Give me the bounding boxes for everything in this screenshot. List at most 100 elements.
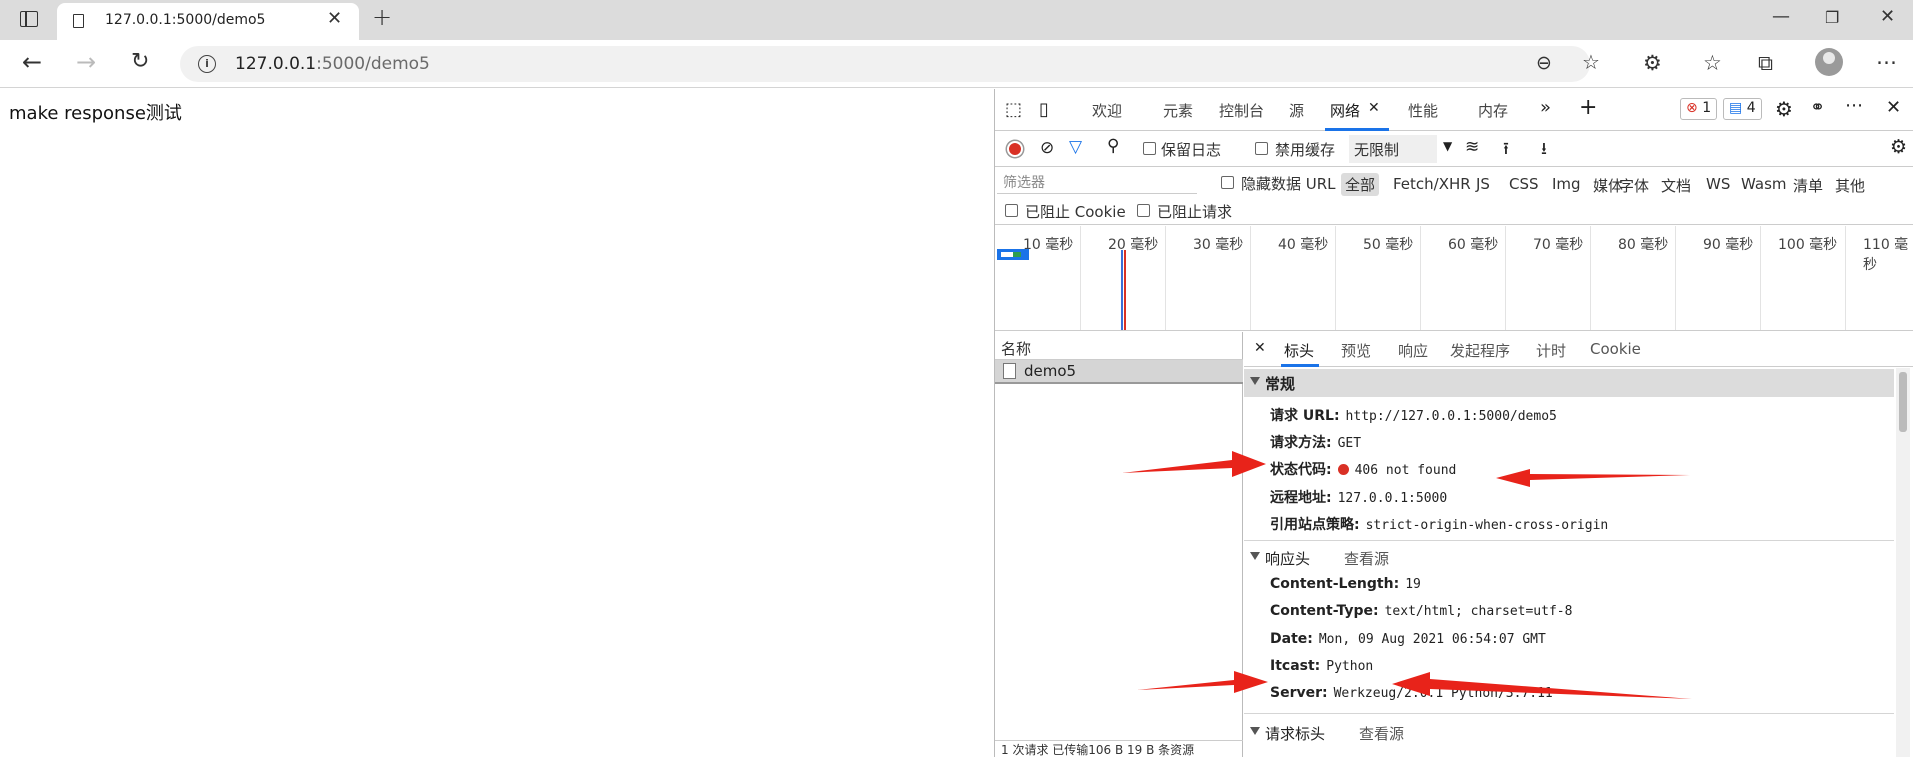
message-badge[interactable]: ▤ 4 [1723, 98, 1762, 120]
profile-avatar[interactable] [1815, 48, 1843, 76]
close-details-icon[interactable]: ✕ [1254, 340, 1266, 356]
filter-ws[interactable]: WS [1706, 175, 1730, 193]
connection-icon[interactable]: ⚭ [1810, 97, 1825, 118]
content-type-row: Content-Type: text/html; charset=utf-8 [1270, 603, 1573, 619]
filter-js[interactable]: JS [1476, 175, 1490, 193]
record-icon[interactable] [1007, 141, 1023, 157]
tab-elements[interactable]: 元素 [1163, 100, 1193, 121]
site-info-icon[interactable]: i [198, 55, 216, 73]
close-tab-icon[interactable]: ✕ [327, 8, 342, 29]
status-error-icon [1337, 464, 1349, 475]
tick-line [1165, 226, 1166, 330]
minimize-icon[interactable]: — [1772, 6, 1790, 27]
scrollbar-thumb[interactable] [1899, 372, 1907, 432]
tick-line [1335, 226, 1336, 330]
device-toolbar-icon[interactable]: ▯ [1039, 99, 1049, 120]
filter-other[interactable]: 其他 [1835, 175, 1865, 196]
forward-icon[interactable]: → [76, 48, 96, 76]
inspect-element-icon[interactable]: ⬚ [1005, 99, 1022, 120]
response-headers-section-header[interactable]: 响应头 查看源 [1244, 544, 1894, 572]
request-row[interactable]: demo5 [995, 360, 1243, 384]
tab-memory[interactable]: 内存 [1478, 100, 1508, 121]
tab-network[interactable]: 网络 [1330, 100, 1360, 121]
hide-data-url-label: 隐藏数据 URL [1241, 175, 1336, 193]
document-icon [1003, 363, 1016, 379]
tick-line [1845, 226, 1846, 330]
tick-label: 30 毫秒 [1193, 237, 1244, 253]
tab-welcome[interactable]: 欢迎 [1092, 100, 1122, 121]
address-bar[interactable]: i 127.0.0.1:5000/demo5 ⊖ ☆ [180, 46, 1600, 82]
network-overview[interactable]: 10 毫秒 20 毫秒 30 毫秒 40 毫秒 50 毫秒 60 毫秒 70 毫… [995, 226, 1913, 331]
settings-icon[interactable]: ⚙ [1775, 97, 1793, 121]
filter-font[interactable]: 字体 [1619, 175, 1649, 196]
import-har-icon[interactable]: ⭱ [1503, 136, 1509, 165]
more-tabs-icon[interactable]: » [1540, 97, 1551, 118]
extensions-icon[interactable]: ⚙ [1643, 51, 1662, 75]
network-toolbar: ⊘ ▽ ⚲ 保留日志 禁用缓存 无限制 ▼ ≋ ⭱ ⭳ ⚙ [995, 131, 1913, 167]
tab-performance[interactable]: 性能 [1408, 100, 1438, 121]
filter-wasm[interactable]: Wasm [1741, 175, 1787, 193]
browser-tab[interactable]: 127.0.0.1:5000/demo5 ✕ [57, 3, 359, 40]
page-viewport: make response测试 [0, 89, 994, 757]
disable-cache-checkbox[interactable] [1255, 142, 1268, 155]
filter-css[interactable]: CSS [1509, 175, 1539, 193]
new-tab-icon[interactable]: + [372, 3, 392, 31]
error-badge[interactable]: ⊗ 1 [1680, 98, 1718, 120]
tab-console[interactable]: 控制台 [1219, 100, 1264, 121]
restore-icon[interactable]: ❐ [1825, 8, 1839, 27]
name-column-header[interactable]: 名称 [995, 332, 1243, 360]
reload-icon[interactable]: ↻ [131, 49, 149, 74]
preserve-log-label: 保留日志 [1161, 141, 1222, 159]
throttle-select[interactable]: 无限制 [1349, 135, 1437, 163]
tab-cookies[interactable]: Cookie [1590, 340, 1641, 358]
devtools-more-icon[interactable]: ⋯ [1845, 95, 1863, 116]
view-source-link[interactable]: 查看源 [1344, 548, 1389, 569]
filter-fetch-xhr[interactable]: Fetch/XHR [1393, 175, 1471, 193]
tick-label: 50 毫秒 [1363, 237, 1414, 253]
tick-label: 110 毫秒 [1863, 237, 1909, 273]
filter-input[interactable]: 筛选器 [997, 170, 1197, 194]
back-icon[interactable]: ← [22, 48, 42, 76]
network-settings-icon[interactable]: ⚙ [1890, 136, 1907, 158]
tick-label: 20 毫秒 [1108, 237, 1159, 253]
preserve-log-checkbox[interactable] [1143, 142, 1156, 155]
url-text[interactable]: 127.0.0.1:5000/demo5 [235, 54, 430, 74]
sidebar-toggle-icon[interactable] [20, 11, 38, 27]
tick-line [1505, 226, 1506, 330]
devtools-close-icon[interactable]: ✕ [1886, 97, 1901, 118]
more-menu-icon[interactable]: … [1876, 45, 1897, 69]
export-har-icon[interactable]: ⭳ [1541, 136, 1547, 165]
filter-img[interactable]: Img [1552, 175, 1581, 193]
collections-icon[interactable]: ⧉ [1758, 51, 1773, 76]
filter-icon[interactable]: ▽ [1069, 137, 1082, 157]
filter-doc[interactable]: 文档 [1661, 175, 1691, 196]
zoom-icon[interactable]: ⊖ [1536, 52, 1552, 74]
filter-manifest[interactable]: 清单 [1793, 175, 1823, 196]
add-tool-icon[interactable]: + [1579, 95, 1597, 120]
search-icon[interactable]: ⚲ [1107, 136, 1119, 156]
blocked-requests-checkbox[interactable] [1137, 204, 1150, 217]
favorites-icon[interactable]: ☆ [1703, 51, 1722, 75]
tab-headers[interactable]: 标头 [1284, 340, 1314, 361]
details-scrollbar[interactable] [1896, 368, 1910, 757]
filter-all[interactable]: 全部 [1341, 173, 1380, 196]
request-headers-section-header[interactable]: 请求标头 查看源 [1244, 719, 1894, 747]
tab-initiator[interactable]: 发起程序 [1450, 340, 1510, 361]
tick-label: 90 毫秒 [1703, 237, 1754, 253]
tab-timing[interactable]: 计时 [1536, 340, 1566, 361]
tab-preview[interactable]: 预览 [1341, 340, 1371, 361]
blocked-cookies-checkbox[interactable] [1005, 204, 1018, 217]
add-favorite-icon[interactable]: ☆ [1582, 50, 1600, 74]
tick-line [1590, 226, 1591, 330]
view-source-link[interactable]: 查看源 [1359, 723, 1404, 744]
clear-icon[interactable]: ⊘ [1040, 138, 1054, 158]
network-conditions-icon[interactable]: ≋ [1465, 137, 1479, 157]
tick-line [1080, 226, 1081, 330]
tab-response[interactable]: 响应 [1398, 340, 1428, 361]
close-network-tab-icon[interactable]: ✕ [1368, 100, 1380, 116]
window-close-icon[interactable]: ✕ [1880, 6, 1895, 27]
hide-data-url-checkbox[interactable] [1221, 176, 1234, 189]
tab-sources[interactable]: 源 [1289, 100, 1304, 121]
throttle-dropdown-icon[interactable]: ▼ [1443, 139, 1452, 153]
general-section-header[interactable]: 常规 [1244, 369, 1894, 397]
